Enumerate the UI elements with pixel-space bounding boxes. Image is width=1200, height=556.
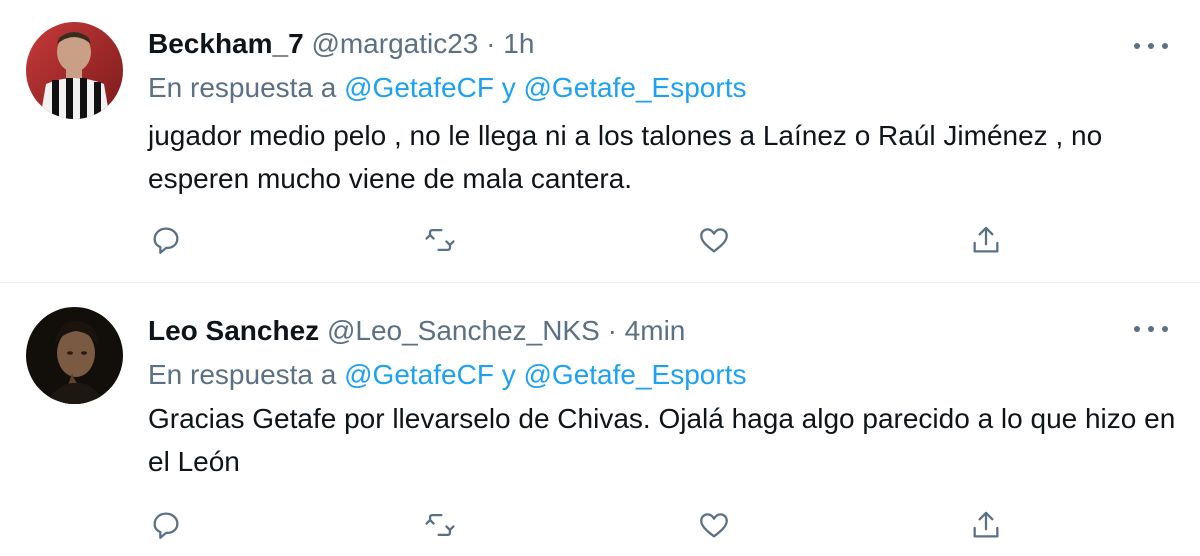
reply-icon (153, 512, 179, 539)
mention-link[interactable]: @Getafe_Esports (524, 72, 747, 103)
mention-link[interactable]: @GetafeCF (344, 72, 494, 103)
like-button[interactable] (694, 220, 734, 260)
reply-button[interactable] (146, 505, 186, 545)
mention-link[interactable]: @GetafeCF (344, 359, 494, 390)
display-name[interactable]: Leo Sanchez (148, 315, 319, 346)
tweet-text: jugador medio pelo , no le llega ni a lo… (148, 120, 1103, 194)
tweet-actions (0, 505, 1200, 545)
avatar[interactable] (26, 22, 123, 119)
reply-joiner: y (501, 72, 516, 103)
separator: · (607, 315, 617, 346)
like-icon (700, 513, 728, 538)
retweet-icon (425, 228, 455, 252)
retweet-button[interactable] (420, 505, 460, 545)
reply-joiner: y (501, 359, 516, 390)
tweet-text: Gracias Getafe por llevarselo de Chivas.… (148, 403, 1176, 477)
display-name[interactable]: Beckham_7 (148, 28, 304, 59)
tweet-header: Leo Sanchez @Leo_Sanchez_NKS · 4min (148, 311, 685, 351)
reply-context: En respuesta a @GetafeCF y @Getafe_Espor… (148, 68, 746, 108)
retweet-button[interactable] (420, 220, 460, 260)
handle[interactable]: @margatic23 (311, 28, 478, 59)
share-icon (973, 226, 999, 253)
like-button[interactable] (694, 505, 734, 545)
mention-link[interactable]: @Getafe_Esports (524, 359, 747, 390)
handle[interactable]: @Leo_Sanchez_NKS (327, 315, 600, 346)
like-icon (700, 228, 728, 253)
reply-icon (153, 227, 179, 254)
tweet[interactable]: Leo Sanchez @Leo_Sanchez_NKS · 4min En r… (0, 283, 1200, 556)
reply-button[interactable] (146, 220, 186, 260)
tweet-actions (0, 220, 1200, 260)
timestamp[interactable]: 4min (625, 315, 686, 346)
reply-prefix: En respuesta a (148, 359, 337, 390)
share-button[interactable] (966, 220, 1006, 260)
more-icon[interactable] (1134, 319, 1168, 339)
more-icon[interactable] (1134, 36, 1168, 56)
retweet-icon (425, 513, 455, 537)
avatar[interactable] (26, 307, 123, 404)
tweet-header: Beckham_7 @margatic23 · 1h (148, 24, 534, 64)
separator: · (486, 28, 496, 59)
share-button[interactable] (966, 505, 1006, 545)
tweet[interactable]: Beckham_7 @margatic23 · 1h En respuesta … (0, 0, 1200, 283)
timestamp[interactable]: 1h (503, 28, 534, 59)
share-icon (973, 511, 999, 538)
reply-prefix: En respuesta a (148, 72, 337, 103)
reply-context: En respuesta a @GetafeCF y @Getafe_Espor… (148, 355, 746, 395)
